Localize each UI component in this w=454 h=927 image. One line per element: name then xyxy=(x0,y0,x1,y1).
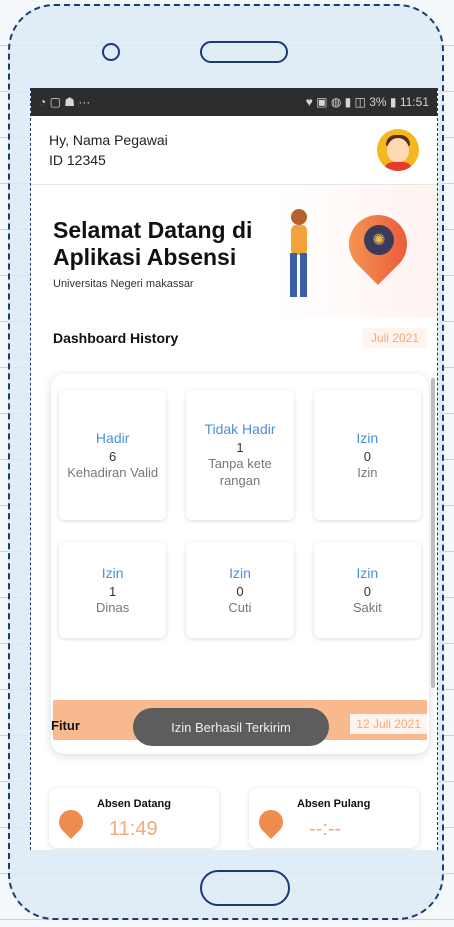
fitur-title: Fitur xyxy=(51,718,80,733)
stat-value: 0 xyxy=(363,583,371,599)
feature-time: --:-- xyxy=(309,818,342,840)
toast-message: Izin Berhasil Terkirim xyxy=(133,708,329,746)
scrollbar[interactable] xyxy=(431,378,435,688)
stat-value: 0 xyxy=(236,583,244,599)
fitur-date: 12 Juli 2021 xyxy=(350,714,427,734)
camera-icon xyxy=(102,43,120,61)
avatar[interactable] xyxy=(377,129,419,171)
person-illustration-icon xyxy=(290,209,307,297)
avatar-shirt xyxy=(383,162,413,171)
welcome-banner: Selamat Datang di Aplikasi Absensi Unive… xyxy=(31,185,437,317)
feature-title: Absen Pulang xyxy=(297,798,371,810)
history-card: Hadir 6 Kehadiran Valid Tidak Hadir 1 Ta… xyxy=(51,374,429,754)
speaker-icon xyxy=(200,41,288,63)
stat-label: Tidak Hadir xyxy=(204,421,276,437)
university-logo-icon: ✺ xyxy=(364,225,394,255)
home-button[interactable] xyxy=(200,870,290,906)
stat-izin[interactable]: Izin 0 Izin xyxy=(313,390,421,520)
stat-label: Izin xyxy=(229,564,251,581)
stat-value: 1 xyxy=(236,440,244,455)
location-pin-icon xyxy=(54,805,88,839)
greeting-text: Hy, Nama Pegawai xyxy=(49,132,168,148)
app-screen: ◔ ▢ ☗ ··· ♥ ▣ ◍ ▮ ◫ 3% ▮ 11:51 Hy, Nama … xyxy=(30,88,438,850)
absen-pulang-card[interactable]: Absen Pulang --:-- xyxy=(249,788,419,848)
stat-label: Izin xyxy=(101,564,124,581)
stat-sub: Tanpa kete rangan xyxy=(208,456,272,488)
avatar-face xyxy=(387,138,409,162)
stat-sub: Sakit xyxy=(352,599,382,615)
status-left-icons: ◔ ▢ ☗ ··· xyxy=(39,95,91,109)
month-label: Juli 2021 xyxy=(362,328,427,348)
dashboard-header: Dashboard History Juli 2021 xyxy=(53,328,427,348)
status-bar: ◔ ▢ ☗ ··· ♥ ▣ ◍ ▮ ◫ 3% ▮ 11:51 xyxy=(31,88,437,116)
dashboard-title: Dashboard History xyxy=(53,330,179,346)
app-header: Hy, Nama Pegawai ID 12345 xyxy=(31,116,437,185)
stat-label: Hadir xyxy=(95,429,130,446)
stat-izin-sakit[interactable]: Izin 0 Sakit xyxy=(313,542,421,638)
employee-id: ID 12345 xyxy=(49,152,106,168)
stat-sub: Dinas xyxy=(96,599,130,615)
welcome-title: Selamat Datang di Aplikasi Absensi xyxy=(53,217,253,270)
stat-sub: Kehadiran Valid xyxy=(67,464,159,480)
location-pin-icon xyxy=(254,805,288,839)
stat-hadir[interactable]: Hadir 6 Kehadiran Valid xyxy=(59,390,167,520)
stat-value: 1 xyxy=(109,583,117,599)
stats-grid: Hadir 6 Kehadiran Valid Tidak Hadir 1 Ta… xyxy=(59,390,421,638)
stat-sub: Cuti xyxy=(228,599,252,615)
stat-izin-cuti[interactable]: Izin 0 Cuti xyxy=(186,542,294,638)
feature-time: 11:49 xyxy=(109,818,158,840)
stat-value: 0 xyxy=(363,448,371,464)
stat-izin-dinas[interactable]: Izin 1 Dinas xyxy=(59,542,167,638)
stat-tidak-hadir[interactable]: Tidak Hadir 1 Tanpa kete rangan xyxy=(186,390,294,520)
stat-sub: Izin xyxy=(357,464,378,480)
stat-value: 6 xyxy=(109,448,117,464)
university-name: Universitas Negeri makassar xyxy=(53,278,194,290)
status-right-info: ♥ ▣ ◍ ▮ ◫ 3% ▮ 11:51 xyxy=(305,95,429,109)
stat-label: Izin xyxy=(356,429,379,446)
absen-datang-card[interactable]: Absen Datang 11:49 xyxy=(49,788,219,848)
stat-label: Izin xyxy=(356,564,379,581)
feature-title: Absen Datang xyxy=(97,798,171,810)
